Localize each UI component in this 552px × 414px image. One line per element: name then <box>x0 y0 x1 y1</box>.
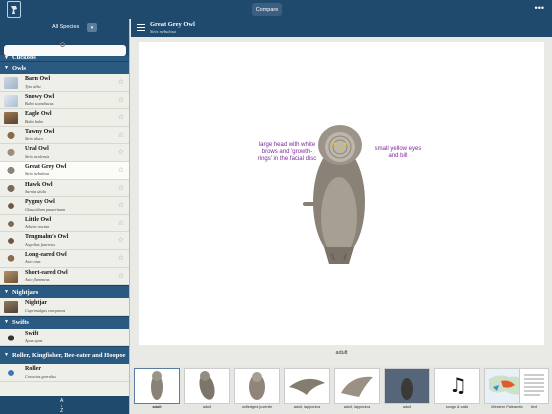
page-subtitle-latin: Strix nebulosa <box>150 29 176 34</box>
thumbnail-tile[interactable] <box>134 368 180 404</box>
list-item[interactable]: Barn Owl Tyto alba ☆ <box>0 74 129 92</box>
thumbnail-tile[interactable] <box>519 368 549 404</box>
thumbnail-tile[interactable] <box>184 368 230 404</box>
bird-thumbnail <box>4 112 18 125</box>
favorite-star-icon[interactable]: ☆ <box>118 201 124 209</box>
favorite-star-icon[interactable]: ☆ <box>118 131 124 139</box>
expand-triangle-icon: ▼ <box>4 353 9 359</box>
expand-triangle-icon: ▼ <box>4 56 9 61</box>
list-item[interactable]: Eagle Owl Bubo bubo ☆ <box>0 109 129 127</box>
list-item[interactable]: Little Owl Athene noctua ☆ <box>0 214 129 233</box>
image-thumbnail-strip: adult adult unfledged juvenile adult, la… <box>131 366 552 414</box>
sidebar-footer: A ↓ Z <box>0 396 129 414</box>
list-item[interactable]: Roller Coracias garrulus <box>0 364 129 382</box>
sort-az-icon[interactable]: A ↓ Z <box>60 399 63 414</box>
list-item[interactable]: Hawk Owl Surnia ulula ☆ <box>0 179 129 198</box>
bird-thumbnail <box>4 94 18 107</box>
music-note-icon: ♫ <box>449 373 467 397</box>
thumbnail-tile[interactable] <box>334 368 380 404</box>
search-input[interactable] <box>4 44 126 56</box>
plate-caption: adult <box>335 350 348 356</box>
bird-thumbnail <box>4 147 18 160</box>
bird-thumbnail <box>4 270 18 283</box>
species-sidebar: All Species ▾ ▼ Cuckoos ▼ Owls Barn Owl Ty… <box>0 19 130 414</box>
list-item[interactable]: Swift Apus apus <box>0 328 129 347</box>
top-bar: Compare ••• <box>0 0 552 19</box>
menu-icon[interactable] <box>137 24 145 31</box>
species-header: Great Grey Owl Strix nebulosa <box>131 19 552 37</box>
bird-thumbnail <box>4 77 18 89</box>
owl-illustration <box>303 125 365 264</box>
expand-triangle-icon: ▼ <box>4 289 9 295</box>
list-item[interactable]: Short-eared Owl Asio flammeus ☆ <box>0 267 129 286</box>
favorite-star-icon[interactable]: ☆ <box>118 219 124 227</box>
bird-thumbnail <box>4 252 18 265</box>
expand-triangle-icon: ▼ <box>4 320 9 326</box>
bird-thumbnail <box>4 182 18 195</box>
list-item[interactable]: Snowy Owl Bubo scandiacus ☆ <box>0 91 129 110</box>
list-item[interactable]: Tawny Owl Strix aluco ☆ <box>0 126 129 145</box>
annotation-left: large head with white brows and 'growth-… <box>257 142 317 162</box>
list-item[interactable]: Nightjar Caprimulgus europaeus <box>0 298 129 316</box>
chevron-down-icon[interactable]: ▾ <box>87 23 97 32</box>
search-bar <box>0 36 129 56</box>
bird-thumbnail <box>4 331 18 344</box>
favorite-star-icon[interactable]: ☆ <box>118 254 124 262</box>
species-filter-label[interactable]: All Species <box>52 24 79 30</box>
bird-thumbnail <box>4 235 18 248</box>
compare-button[interactable]: Compare <box>252 3 282 16</box>
thumbnail-tile[interactable] <box>284 368 330 404</box>
bird-thumbnail <box>4 217 18 230</box>
bird-thumbnail <box>4 129 18 142</box>
list-item[interactable]: Long-eared Owl Asio otus ☆ <box>0 249 129 268</box>
list-item[interactable]: Ural Owl Strix uralensis ☆ <box>0 144 129 162</box>
thumbnail-tile[interactable]: ♫ <box>434 368 480 404</box>
bird-thumbnail <box>4 164 18 177</box>
favorite-star-icon[interactable]: ☆ <box>118 272 124 280</box>
thumbnail-tile[interactable] <box>234 368 280 404</box>
more-options-icon[interactable]: ••• <box>535 3 544 13</box>
page-title: Great Grey Owl <box>150 21 195 28</box>
group-header-roller-kingfisher[interactable]: ▼ Roller, Kingfisher, Bee-eater and Hoopo… <box>0 346 129 365</box>
favorite-star-icon[interactable]: ☆ <box>118 78 124 86</box>
app-logo-icon[interactable] <box>7 1 21 18</box>
group-header-nightjars[interactable]: ▼ Nightjars <box>0 285 129 299</box>
annotation-right: small yellow eyes and bill <box>374 146 422 159</box>
group-header-owls[interactable]: ▼ Owls <box>0 61 129 74</box>
bird-thumbnail <box>4 200 18 213</box>
bird-thumbnail <box>4 301 18 314</box>
list-item-selected[interactable]: Great Grey Owl Strix nebulosa ☆ <box>0 161 129 180</box>
favorite-star-icon[interactable]: ☆ <box>118 113 124 121</box>
search-icon <box>60 42 65 47</box>
list-item[interactable]: Pygmy Owl Glaucidium passerinum ☆ <box>0 197 129 215</box>
list-item[interactable]: Tengmalm's Owl Aegolius funereus ☆ <box>0 232 129 250</box>
sidebar-header: All Species ▾ <box>0 19 129 36</box>
favorite-star-icon[interactable]: ☆ <box>118 166 124 174</box>
species-plate[interactable]: large head with white brows and 'growth-… <box>139 42 544 345</box>
favorite-star-icon[interactable]: ☆ <box>118 148 124 156</box>
expand-triangle-icon: ▼ <box>4 65 9 71</box>
favorite-star-icon[interactable]: ☆ <box>118 236 124 244</box>
thumbnail-tile[interactable] <box>384 368 430 404</box>
favorite-star-icon[interactable]: ☆ <box>118 96 124 104</box>
bird-thumbnail <box>4 367 18 380</box>
favorite-star-icon[interactable]: ☆ <box>118 184 124 192</box>
group-header-swifts[interactable]: ▼ Swifts <box>0 315 129 329</box>
